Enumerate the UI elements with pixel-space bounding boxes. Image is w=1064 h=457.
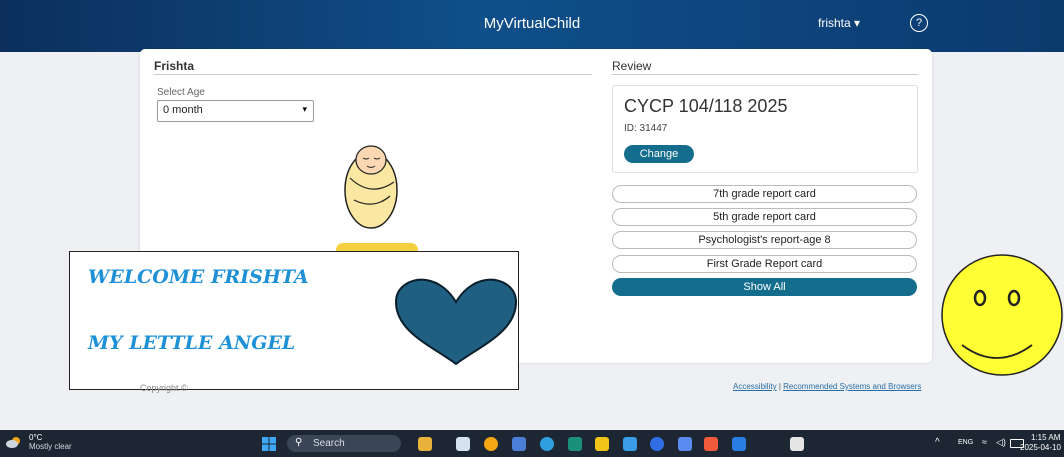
age-label: Select Age [157, 87, 205, 98]
taskbar-app-icon[interactable] [623, 437, 637, 451]
volume-icon[interactable]: ◁) [996, 437, 1006, 448]
taskbar-app-icon[interactable] [540, 437, 554, 451]
accessibility-link[interactable]: Accessibility [733, 382, 777, 391]
taskbar-app-icon[interactable] [678, 437, 692, 451]
chevron-down-icon: ▾ [302, 104, 307, 114]
wifi-icon[interactable]: ≈ [982, 437, 987, 447]
child-name: Frishta [154, 59, 195, 73]
weather-temperature: 0°C [29, 433, 43, 442]
course-id: ID: 31447 [624, 123, 668, 134]
change-button[interactable]: Change [624, 145, 694, 163]
help-icon[interactable]: ? [910, 14, 928, 32]
review-title: Review [612, 59, 652, 73]
taskbar-app-icon[interactable] [418, 437, 432, 451]
course-box: CYCP 104/118 2025 ID: 31447 Change [612, 85, 918, 173]
course-name: CYCP 104/118 2025 [624, 96, 788, 116]
baby-icon [344, 145, 398, 229]
taskbar-app-icon[interactable] [732, 437, 746, 451]
report-button[interactable]: 7th grade report card [612, 185, 917, 203]
divider [154, 74, 592, 75]
search-placeholder: Search [313, 438, 345, 449]
age-select-value: 0 month [163, 104, 203, 116]
taskbar-app-icon[interactable] [456, 437, 470, 451]
taskbar-app-icon[interactable] [790, 437, 804, 451]
taskbar: 0°C Mostly clear ⚲ Search ^ ENG ≈ ◁) 1:1… [0, 430, 1064, 457]
weather-icon[interactable] [6, 435, 22, 449]
taskbar-app-icon[interactable] [568, 437, 582, 451]
chevron-up-icon[interactable]: ^ [935, 437, 940, 448]
smiley-icon [941, 254, 1063, 376]
taskbar-app-icon[interactable] [484, 437, 498, 451]
taskbar-app-icon[interactable] [512, 437, 526, 451]
taskbar-app-icon[interactable] [704, 437, 718, 451]
footer-links: Accessibility | Recommended Systems and … [733, 382, 921, 391]
welcome-line-2: MY LETTLE ANGEL [88, 332, 296, 354]
taskbar-app-icon[interactable] [650, 437, 664, 451]
divider [612, 74, 918, 75]
report-button[interactable]: Psychologist's report-age 8 [612, 231, 917, 249]
footer-separator: | [778, 382, 781, 391]
footer-copyright: Copyright © [140, 383, 188, 393]
weather-condition: Mostly clear [29, 442, 72, 451]
language-indicator[interactable]: ENG [958, 439, 973, 446]
recommended-link[interactable]: Recommended Systems and Browsers [783, 382, 921, 391]
search-icon: ⚲ [295, 437, 303, 448]
show-all-button[interactable]: Show All [612, 278, 917, 296]
age-select[interactable]: 0 month ▾ [157, 100, 314, 122]
welcome-line-1: WELCOME FRISHTA [88, 266, 309, 288]
clock-date[interactable]: 2025-04-10 [1020, 443, 1061, 452]
taskbar-search[interactable]: ⚲ Search [287, 435, 401, 452]
report-button[interactable]: First Grade Report card [612, 255, 917, 273]
report-button[interactable]: 5th grade report card [612, 208, 917, 226]
app-header: MyVirtualChild frishta ▾ ? [0, 0, 1064, 52]
clock-time[interactable]: 1:15 AM [1031, 433, 1060, 442]
user-menu[interactable]: frishta ▾ [818, 16, 860, 30]
app-title: MyVirtualChild [483, 15, 581, 32]
heart-icon [394, 278, 518, 366]
taskbar-app-icon[interactable] [595, 437, 609, 451]
windows-start-icon[interactable] [262, 437, 276, 451]
